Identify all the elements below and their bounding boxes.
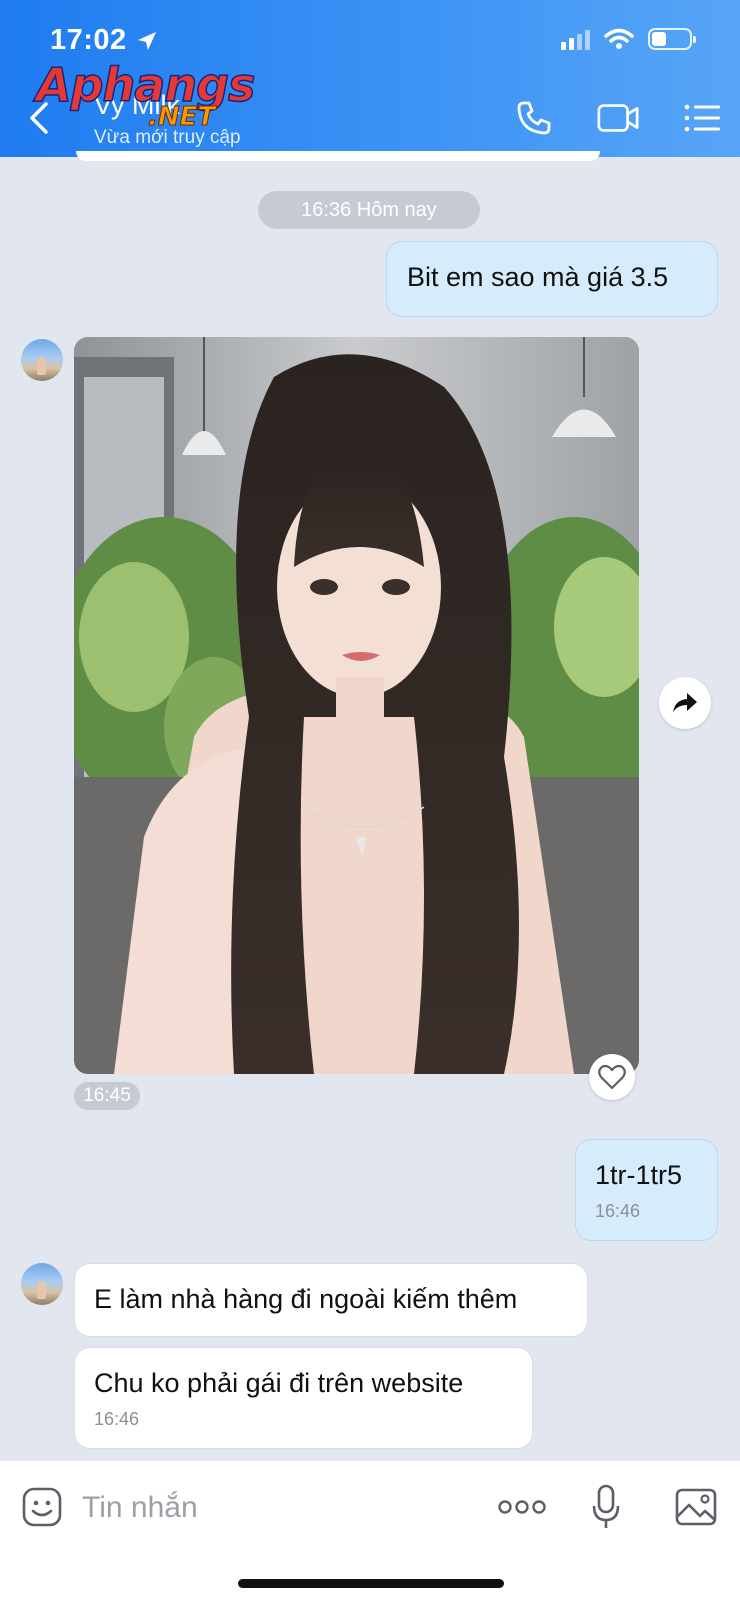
incoming-message[interactable]: E làm nhà hàng đi ngoài kiếm thêm xyxy=(74,1263,588,1337)
avatar[interactable] xyxy=(21,339,63,381)
cellular-signal-icon xyxy=(561,28,590,50)
header-actions xyxy=(512,98,724,138)
incoming-message[interactable]: Chu ko phải gái đi trên website 16:46 xyxy=(74,1347,533,1449)
date-separator: 16:36 Hôm nay xyxy=(258,191,480,229)
message-text: 1tr-1tr5 xyxy=(595,1160,683,1190)
share-button[interactable] xyxy=(659,677,711,729)
voice-message-button[interactable] xyxy=(586,1483,626,1531)
battery-icon xyxy=(648,28,696,50)
chat-header: 17:02 Vy Milk Vừa mới truy cập Aphangs .… xyxy=(0,0,740,157)
chat-menu-button[interactable] xyxy=(680,98,724,138)
portrait-photo xyxy=(74,337,639,1074)
more-dots-icon xyxy=(498,1500,546,1514)
site-watermark-logo: Aphangs .NET xyxy=(35,57,256,132)
clock-text: 17:02 xyxy=(50,24,127,56)
like-button[interactable] xyxy=(589,1054,635,1100)
status-bar-time: 17:02 xyxy=(50,24,159,57)
sticker-button[interactable] xyxy=(20,1483,64,1531)
microphone-icon xyxy=(592,1484,620,1528)
message-time: 16:45 xyxy=(74,1082,140,1110)
photo-message[interactable] xyxy=(74,337,639,1074)
outgoing-message[interactable]: Bit em sao mà giá 3.5 xyxy=(386,241,718,317)
sticker-icon xyxy=(22,1487,62,1527)
message-time: 16:46 xyxy=(595,1201,641,1221)
home-indicator[interactable] xyxy=(238,1579,504,1588)
phone-icon xyxy=(517,101,551,135)
gallery-button[interactable] xyxy=(672,1483,720,1531)
message-list[interactable]: 16:36 Hôm nay Bit em sao mà giá 3.5 16:4… xyxy=(0,151,740,1460)
watermark-main: Aphangs xyxy=(35,57,256,113)
watermark-suffix: .NET xyxy=(147,102,216,133)
video-camera-icon xyxy=(597,104,639,132)
outgoing-message[interactable]: 1tr-1tr5 16:46 xyxy=(575,1139,718,1241)
more-options-button[interactable] xyxy=(496,1483,548,1531)
share-arrow-icon xyxy=(673,693,697,712)
location-arrow-icon xyxy=(137,31,156,50)
message-text: E làm nhà hàng đi ngoài kiếm thêm xyxy=(94,1284,518,1314)
message-time: 16:46 xyxy=(94,1409,140,1429)
avatar[interactable] xyxy=(21,1263,63,1305)
list-menu-icon xyxy=(684,104,720,132)
message-text: Bit em sao mà giá 3.5 xyxy=(407,262,669,292)
message-composer: Tin nhắn xyxy=(0,1460,740,1600)
wifi-icon xyxy=(604,28,634,49)
video-call-button[interactable] xyxy=(596,98,640,138)
message-text: Chu ko phải gái đi trên website xyxy=(94,1368,464,1398)
previous-message-edge xyxy=(76,151,600,161)
message-input[interactable]: Tin nhắn xyxy=(82,1491,198,1525)
heart-icon xyxy=(598,1064,626,1090)
call-button[interactable] xyxy=(512,98,556,138)
image-icon xyxy=(675,1488,717,1526)
status-indicators xyxy=(561,28,696,50)
